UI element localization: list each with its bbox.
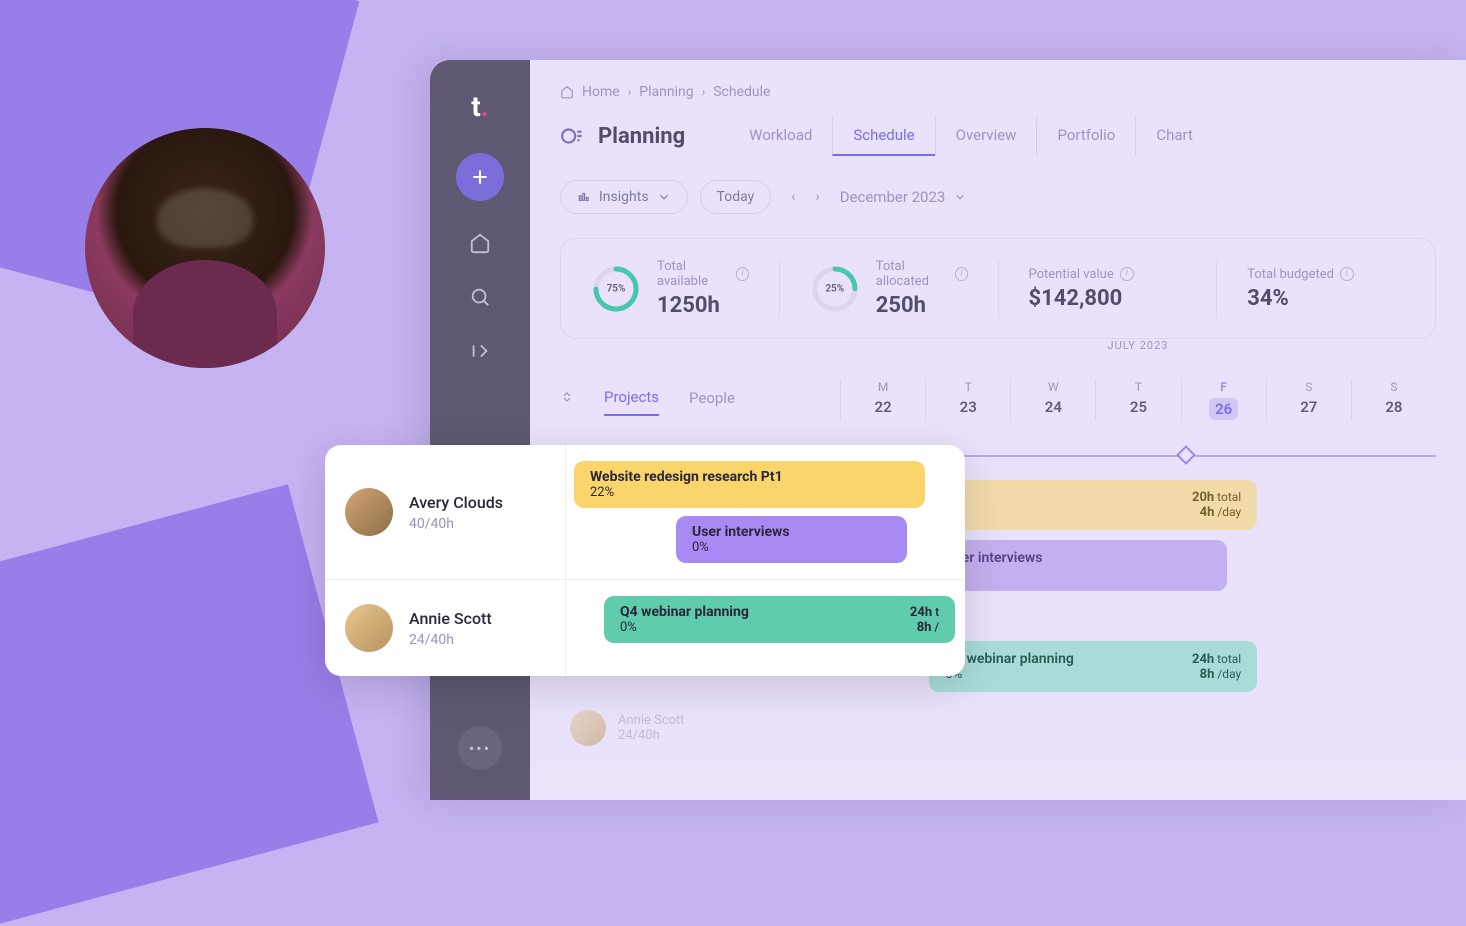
hero-avatar [85, 128, 325, 368]
controls-bar: Insights Today ‹ › December 2023 [530, 156, 1466, 214]
collapse-right-icon[interactable] [468, 339, 492, 363]
subtab-projects[interactable]: Projects [604, 380, 659, 416]
task-bar[interactable]: Website redesign research Pt1 22% [574, 461, 925, 508]
prev-button[interactable]: ‹ [783, 181, 803, 213]
person-row: Avery Clouds 40/40h Website redesign res… [325, 445, 965, 580]
home-icon[interactable] [468, 231, 492, 255]
tab-overview[interactable]: Overview [935, 116, 1037, 156]
task-bar[interactable]: Q4 webinar planning 0% 24h t 8h / [604, 596, 955, 643]
info-icon[interactable]: i [1120, 267, 1134, 281]
timeline-marker[interactable] [1176, 445, 1196, 465]
person-hours: 40/40h [409, 516, 503, 532]
tab-chart[interactable]: Chart [1135, 116, 1213, 156]
tab-workload[interactable]: Workload [729, 116, 832, 156]
metric-potential: Potential valuei $142,800 [999, 259, 1218, 318]
planning-icon [560, 123, 586, 149]
metrics-row: 75% Total availablei 1250h 25% Total all… [560, 238, 1436, 339]
month-label: JULY 2023 [810, 339, 1466, 360]
chevron-down-icon [657, 190, 671, 204]
task-bar[interactable]: User interviews 0% [676, 516, 907, 563]
period-selector[interactable]: December 2023 [840, 188, 968, 206]
info-icon[interactable]: i [736, 267, 749, 281]
info-icon[interactable]: i [955, 267, 967, 281]
person-name: Annie Scott [409, 609, 492, 628]
metric-available: 75% Total availablei 1250h [561, 259, 780, 318]
sidebar: t ••• [430, 60, 530, 800]
person-hours: 24/40h [409, 632, 492, 648]
breadcrumb-planning[interactable]: Planning [639, 84, 693, 100]
metric-allocated: 25% Total allocatedi 250h [780, 259, 999, 318]
main-panel: Home › Planning › Schedule Planning Work… [530, 60, 1466, 800]
tabs: Workload Schedule Overview Portfolio Cha… [729, 116, 1213, 156]
avatar [345, 604, 393, 652]
next-button[interactable]: › [807, 181, 827, 213]
day-column[interactable]: S27 [1266, 380, 1351, 420]
page-title: Planning [598, 124, 685, 149]
info-icon[interactable]: i [1340, 267, 1354, 281]
people-overlay: Avery Clouds 40/40h Website redesign res… [325, 445, 965, 676]
day-column[interactable]: M22 [840, 380, 925, 420]
avatar [570, 710, 606, 746]
page-header: Planning Workload Schedule Overview Port… [530, 100, 1466, 156]
chevron-down-icon [953, 190, 967, 204]
subtab-people[interactable]: People [689, 381, 735, 415]
ghost-person-row: Annie Scott 24/40h [570, 710, 685, 746]
more-button[interactable]: ••• [458, 726, 502, 770]
home-icon [560, 85, 574, 99]
search-icon[interactable] [468, 285, 492, 309]
donut-chart: 25% [810, 264, 860, 314]
schedule-bar[interactable]: User interviews0% [929, 540, 1227, 591]
person-name: Avery Clouds [409, 493, 503, 512]
tab-portfolio[interactable]: Portfolio [1036, 116, 1135, 156]
day-column[interactable]: W24 [1010, 380, 1095, 420]
breadcrumb: Home › Planning › Schedule [530, 84, 1466, 100]
metric-budgeted: Total budgetedi 34% [1217, 259, 1435, 318]
breadcrumb-schedule[interactable]: Schedule [713, 84, 770, 100]
breadcrumb-home[interactable]: Home [582, 84, 620, 100]
avatar [345, 488, 393, 536]
day-column[interactable]: T25 [1095, 380, 1180, 420]
person-row: Annie Scott 24/40h Q4 webinar planning 0… [325, 580, 965, 676]
add-button[interactable] [456, 153, 504, 201]
collapse-icon[interactable] [560, 389, 574, 408]
day-column[interactable]: S28 [1351, 380, 1436, 420]
day-column[interactable]: T23 [925, 380, 1010, 420]
logo: t [471, 90, 489, 123]
tab-schedule[interactable]: Schedule [832, 116, 934, 156]
app-window: t ••• Home › Planning › Schedule [430, 60, 1466, 800]
insights-dropdown[interactable]: Insights [560, 180, 688, 214]
timeline-header: Projects People M22T23W24T25F26S27S28 [530, 360, 1466, 420]
day-column[interactable]: F26 [1181, 380, 1266, 420]
donut-chart: 75% [591, 264, 641, 314]
today-button[interactable]: Today [700, 180, 772, 214]
schedule-bar[interactable]: Q4 webinar planning0%24h total8h /day [929, 641, 1257, 692]
